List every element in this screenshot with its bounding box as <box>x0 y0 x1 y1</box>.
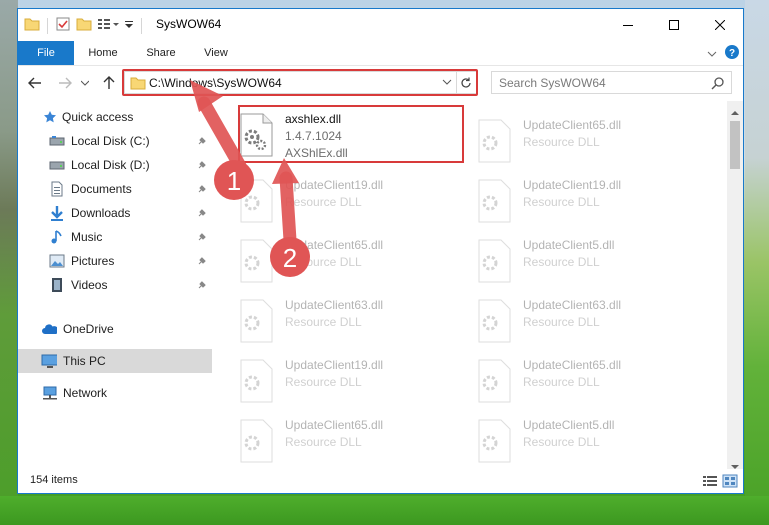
annotation-overlay: 1 2 <box>190 80 310 277</box>
arrow-step-2 <box>272 158 299 247</box>
step-1-label: 1 <box>227 166 241 196</box>
step-2-label: 2 <box>283 243 297 273</box>
arrow-step-1 <box>190 80 247 173</box>
